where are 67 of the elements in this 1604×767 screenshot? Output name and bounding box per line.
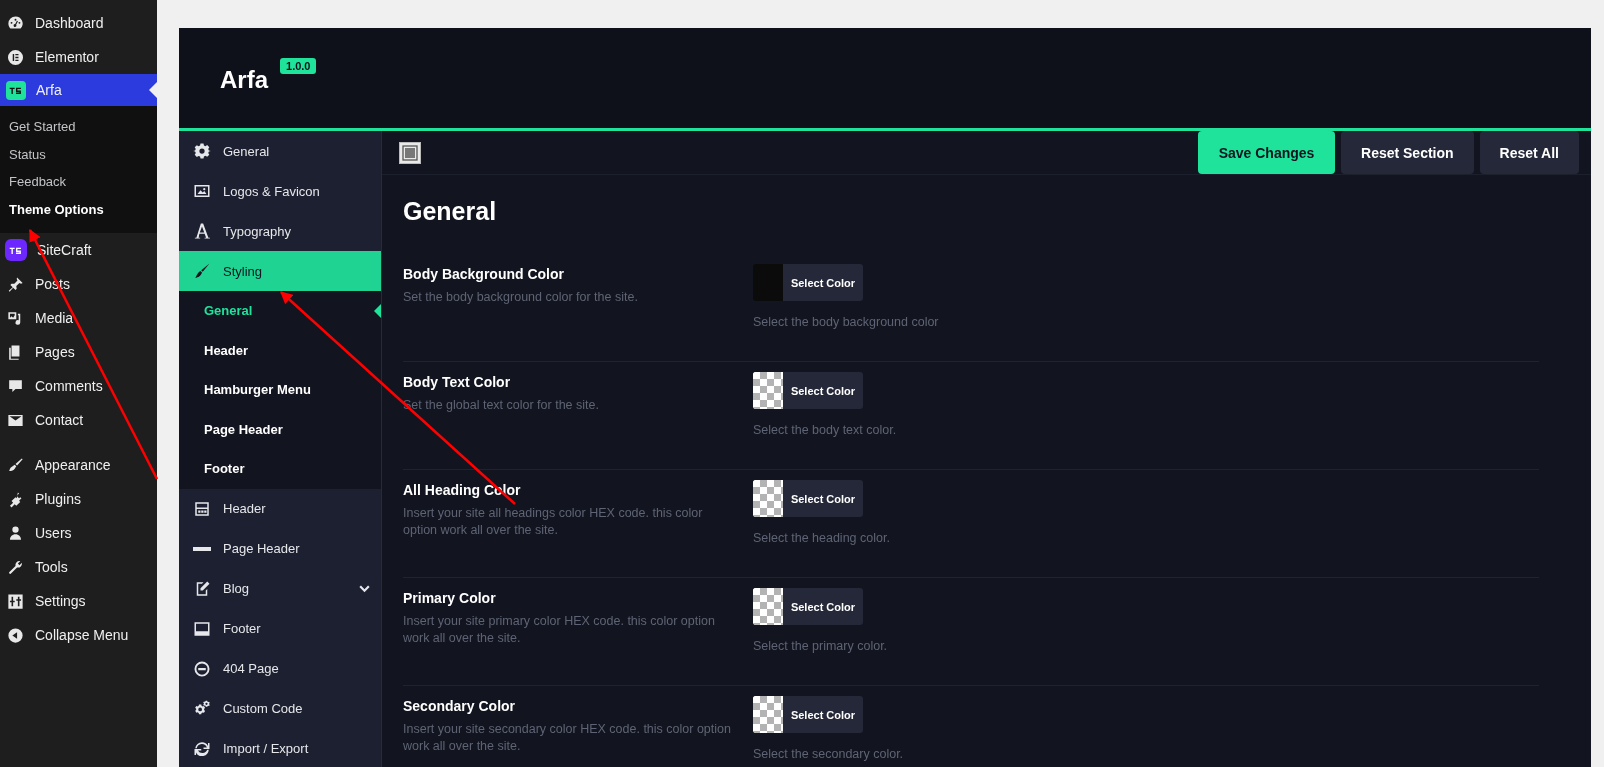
options-nav-item[interactable]: Blog (179, 568, 381, 609)
brush-icon (193, 262, 211, 280)
admin-menu-item[interactable]: Arfa (0, 74, 157, 106)
header-layout-icon (193, 499, 211, 518)
admin-submenu-item[interactable]: Get Started (0, 113, 157, 141)
logo-icon (5, 239, 27, 261)
elementor-icon (6, 47, 25, 67)
field-description: Insert your site all headings color HEX code. this color option work all over the site. (403, 505, 704, 539)
field-help-text: Select the secondary color. (753, 747, 904, 761)
panel-title: Arfa (220, 66, 268, 94)
options-nav-item[interactable]: Styling (179, 251, 381, 291)
image-icon (193, 182, 211, 200)
field-help-text: Select the body text color. (753, 423, 897, 437)
monitor-icon (193, 619, 211, 638)
layout-icon[interactable] (399, 141, 421, 164)
field-help-text: Select the heading color. (753, 531, 890, 545)
no-entry-icon (193, 659, 211, 678)
admin-menu-item[interactable]: Dashboard (0, 6, 157, 40)
options-nav-item[interactable]: Custom Code (179, 688, 381, 729)
options-submenu-item[interactable]: Hamburger Menu (179, 370, 381, 410)
field-description: Set the body background color for the site. (403, 289, 639, 306)
admin-menu-item[interactable]: Media (0, 301, 157, 335)
refresh-icon (193, 739, 211, 758)
save-button[interactable]: Save Changes (1198, 131, 1335, 174)
options-submenu-item[interactable]: Footer (179, 449, 381, 489)
admin-menu-item[interactable]: Collapse Menu (0, 618, 157, 652)
sliders-icon (6, 591, 25, 611)
field-description: Insert your site secondary color HEX code. this color option work all over the site. (403, 721, 732, 755)
reset-button[interactable]: Reset Section (1341, 131, 1474, 174)
reset-button[interactable]: Reset All (1479, 131, 1579, 174)
options-nav-item[interactable]: General (179, 131, 381, 171)
field-label: Primary Color (403, 590, 497, 606)
field-help-text: Select the body background color (753, 315, 939, 329)
logo-icon (6, 80, 26, 100)
typography-icon (193, 222, 211, 240)
options-submenu-item[interactable]: Header (179, 330, 381, 370)
gear-icon (193, 142, 211, 160)
minus-bar-icon (193, 546, 211, 551)
options-nav-item[interactable]: Logos & Favicon (179, 171, 381, 211)
options-nav-item[interactable]: Footer (179, 608, 381, 649)
admin-menu-item[interactable]: Settings (0, 584, 157, 618)
admin-submenu-item[interactable]: Feedback (0, 168, 157, 196)
admin-menu-item[interactable]: Elementor (0, 40, 157, 74)
field-label: Body Background Color (403, 266, 565, 282)
admin-submenu-item[interactable]: Theme Options (0, 195, 157, 223)
field-help-text: Select the primary color. (753, 639, 888, 653)
admin-menu-item[interactable]: Contact (0, 403, 157, 437)
options-submenu-item[interactable]: Page Header (179, 409, 381, 449)
admin-menu-item[interactable]: Plugins (0, 482, 157, 516)
options-submenu-item[interactable]: General (179, 291, 381, 331)
version-badge: 1.0.0 (280, 58, 317, 74)
field-description: Insert your site primary color HEX code. this color option work all over the site. (403, 613, 716, 647)
admin-menu-item[interactable]: Comments (0, 369, 157, 403)
field-label: Secondary Color (403, 698, 517, 714)
options-nav-item[interactable]: Typography (179, 211, 381, 251)
admin-submenu-item[interactable]: Status (0, 140, 157, 168)
admin-menu-item[interactable]: Appearance (0, 448, 157, 482)
options-nav-item[interactable]: Page Header (179, 528, 381, 569)
options-nav-item[interactable]: Import / Export (179, 728, 381, 767)
options-nav-item[interactable]: Header (179, 488, 381, 529)
collapse-icon (6, 625, 25, 645)
admin-menu-item[interactable]: Users (0, 516, 157, 550)
options-nav-item[interactable]: 404 Page (179, 648, 381, 689)
admin-menu-item[interactable]: Tools (0, 550, 157, 584)
field-label: Body Text Color (403, 374, 512, 390)
admin-menu-item[interactable]: Pages (0, 335, 157, 369)
section-title: General (403, 197, 498, 226)
